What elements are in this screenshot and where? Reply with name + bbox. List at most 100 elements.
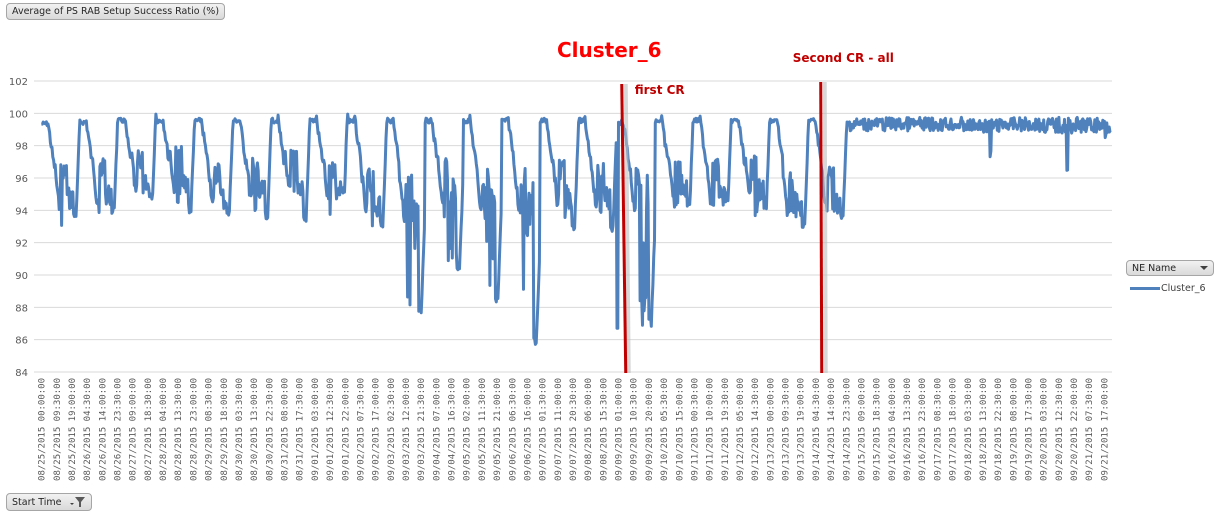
x-tick-label: 08/31/2015 17:30:00 [296,378,306,481]
x-tick-label: 09/17/2015 08:30:00 [933,378,943,481]
x-tick-label: 08/27/2015 09:00:00 [129,378,139,481]
x-tick-label: 09/21/2015 07:30:00 [1085,378,1095,481]
x-tick-label: 09/05/2015 02:00:00 [463,378,473,481]
x-tick-label: 09/15/2015 09:00:00 [857,378,867,481]
x-tick-label: 09/16/2015 04:00:00 [888,378,898,481]
x-tick-label: 09/12/2015 14:30:00 [751,378,761,481]
y-tick-label: 100 [9,109,28,120]
x-tick-label: 09/18/2015 13:00:00 [979,378,989,481]
marker-shadow [822,81,828,374]
x-tick-label: 09/10/2015 05:30:00 [660,378,670,481]
x-tick-label: 08/31/2015 08:00:00 [281,378,291,481]
x-tick-label: 09/11/2015 10:00:00 [706,378,716,481]
x-tick-label: 08/30/2015 03:30:00 [235,378,245,481]
annotation-second-cr: Second CR - all [793,51,894,65]
x-tick-label: 08/26/2015 14:00:00 [98,378,108,481]
x-tick-label: 08/28/2015 13:30:00 [174,378,184,481]
x-tick-label: 09/02/2015 17:00:00 [372,378,382,481]
x-tick-label: 09/13/2015 09:30:00 [782,378,792,481]
x-tick-label: 09/01/2015 12:30:00 [326,378,336,481]
x-tick-label: 09/19/2015 17:30:00 [1024,378,1034,481]
x-tick-label: 09/16/2015 13:30:00 [903,378,913,481]
x-tick-label: 08/25/2015 09:30:00 [53,378,63,481]
line-chart: 84 86 88 90 92 94 96 98 100 102 08/25/2015 00:00:… [9,38,1112,481]
x-tick-label: 09/04/2015 16:30:00 [448,378,458,481]
x-tick-label: 09/18/2015 03:30:00 [964,378,974,481]
dropdown-arrow-icon [1200,266,1208,270]
second-cr-marker-line [819,81,824,374]
x-tick-label: 09/09/2015 01:00:00 [615,378,625,481]
x-tick-label: 09/14/2015 23:30:00 [842,378,852,481]
x-tick-label: 09/20/2015 12:30:00 [1055,378,1065,481]
x-tick-label: 08/29/2015 08:30:00 [205,378,215,481]
x-tick-label: 09/11/2015 19:30:00 [721,378,731,481]
y-tick-label: 92 [15,239,28,250]
x-tick-label: 09/02/2015 07:30:00 [356,378,366,481]
x-tick-label: 09/18/2015 22:30:00 [994,378,1004,481]
y-tick-label: 86 [15,336,28,347]
x-tick-label: 09/17/2015 18:00:00 [949,378,959,481]
y-tick-label: 96 [15,174,28,185]
x-tick-label: 09/03/2015 12:00:00 [402,378,412,481]
y-tick-label: 84 [15,368,28,379]
x-tick-label: 08/26/2015 04:30:00 [83,378,93,481]
legend-field-label: NE Name [1132,262,1177,274]
x-tick-label: 09/21/2015 17:00:00 [1100,378,1110,481]
x-tick-label: 09/20/2015 22:00:00 [1070,378,1080,481]
filter-icon [70,496,86,508]
x-tick-label: 08/25/2015 19:00:00 [68,378,78,481]
y-tick-label: 94 [15,206,28,217]
y-tick-label: 90 [15,271,28,282]
x-tick-label: 08/30/2015 22:30:00 [265,378,275,481]
measure-field-button[interactable]: Average of PS RAB Setup Success Ratio (%… [6,3,226,20]
x-tick-label: 09/05/2015 11:30:00 [478,378,488,481]
y-tick-label: 102 [9,77,28,88]
x-tick-label: 09/09/2015 20:00:00 [645,378,655,481]
x-tick-label: 09/03/2015 21:30:00 [417,378,427,481]
x-tick-label: 09/06/2015 16:00:00 [523,378,533,481]
x-tick-label: 09/10/2015 15:00:00 [675,378,685,481]
annotation-cluster-title: Cluster_6 [557,38,662,62]
x-tick-label: 09/08/2015 15:30:00 [599,378,609,481]
x-tick-label: 09/15/2015 18:30:00 [873,378,883,481]
y-tick-label: 88 [15,303,28,314]
x-tick-label: 08/30/2015 13:00:00 [250,378,260,481]
x-tick-label: 09/05/2015 21:00:00 [493,378,503,481]
legend-entry: Cluster_6 [1130,283,1206,294]
x-tick-label: 09/13/2015 00:00:00 [766,378,776,481]
x-tick-label: 09/06/2015 06:30:00 [508,378,518,481]
x-tick-label: 08/28/2015 04:00:00 [159,378,169,481]
x-tick-label: 08/28/2015 23:00:00 [189,378,199,481]
x-tick-label: 09/07/2015 11:00:00 [554,378,564,481]
x-tick-label: 09/01/2015 22:00:00 [341,378,351,481]
x-tick-label: 08/26/2015 23:30:00 [114,378,124,481]
legend-field-button[interactable]: NE Name [1126,260,1214,276]
x-tick-label: 09/14/2015 04:30:00 [812,378,822,481]
x-tick-label: 08/25/2015 00:00:00 [38,378,48,481]
x-tick-label: 09/11/2015 00:30:00 [690,378,700,481]
x-tick-label: 08/29/2015 18:00:00 [220,378,230,481]
x-tick-label: 09/20/2015 03:00:00 [1040,378,1050,481]
annotation-first-cr: first CR [635,83,685,97]
x-tick-label: 09/13/2015 19:00:00 [797,378,807,481]
x-tick-label: 09/09/2015 10:30:00 [630,378,640,481]
x-tick-label: 09/08/2015 06:00:00 [584,378,594,481]
x-tick-label: 09/07/2015 20:30:00 [569,378,579,481]
x-tick-label: 09/19/2015 08:00:00 [1009,378,1019,481]
x-tick-label: 08/27/2015 18:30:00 [144,378,154,481]
x-tick-label: 09/12/2015 05:00:00 [736,378,746,481]
x-tick-label: 09/04/2015 07:00:00 [432,378,442,481]
x-tick-label: 09/16/2015 23:00:00 [918,378,928,481]
x-tick-label: 09/03/2015 02:30:00 [387,378,397,481]
x-tick-label: 09/14/2015 14:00:00 [827,378,837,481]
axis-field-label: Start Time [12,496,62,508]
measure-field-label: Average of PS RAB Setup Success Ratio (%… [12,6,220,17]
x-tick-label: 09/01/2015 03:00:00 [311,378,321,481]
x-axis-ticks: 08/25/2015 00:00:00 08/25/2015 09:30:00 08… [38,378,1111,481]
legend-entry-label: Cluster_6 [1161,283,1206,294]
legend-swatch [1130,287,1160,290]
y-tick-label: 98 [15,142,28,153]
axis-field-button[interactable]: Start Time [6,493,92,511]
series-line-cluster-6 [40,112,1112,346]
series-layer [40,112,1112,346]
